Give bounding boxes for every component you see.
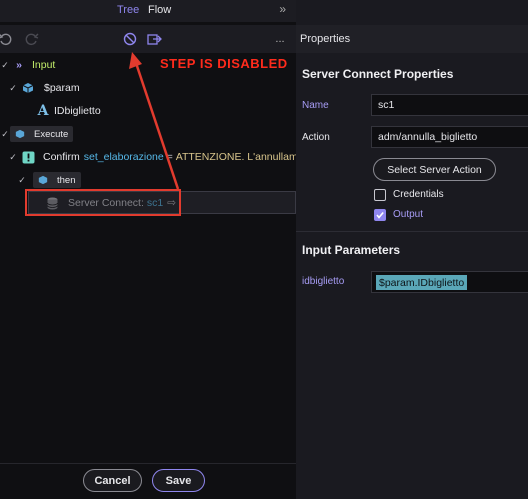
credentials-checkbox[interactable] bbox=[374, 189, 386, 201]
select-server-action-button[interactable]: Select Server Action bbox=[373, 158, 496, 181]
action-label: Action bbox=[302, 132, 330, 143]
name-input[interactable]: sc1 bbox=[371, 94, 528, 116]
save-button[interactable]: Save bbox=[152, 469, 205, 492]
properties-panel: Properties Server Connect Properties Nam… bbox=[296, 0, 528, 499]
disabled-annotation-text: STEP IS DISABLED bbox=[160, 56, 288, 71]
output-label: Output bbox=[393, 209, 424, 220]
section-divider bbox=[296, 231, 528, 232]
credentials-label: Credentials bbox=[393, 189, 444, 200]
server-connect-properties-title: Server Connect Properties bbox=[302, 67, 454, 81]
properties-title: Properties bbox=[300, 33, 351, 45]
action-input[interactable]: adm/annulla_biglietto bbox=[371, 126, 528, 148]
idbiglietto-param-input[interactable]: $param.IDbiglietto bbox=[371, 271, 528, 293]
input-parameters-title: Input Parameters bbox=[302, 243, 401, 257]
dialog-footer: Cancel Save bbox=[0, 463, 296, 499]
name-label: Name bbox=[302, 100, 329, 111]
cancel-button[interactable]: Cancel bbox=[83, 469, 142, 492]
check-icon bbox=[376, 211, 384, 219]
idbiglietto-param-label: idbiglietto bbox=[302, 276, 345, 287]
param-expression-chip: $param.IDbiglietto bbox=[376, 275, 468, 290]
properties-header: Properties bbox=[296, 25, 528, 53]
output-checkbox[interactable] bbox=[374, 209, 386, 221]
